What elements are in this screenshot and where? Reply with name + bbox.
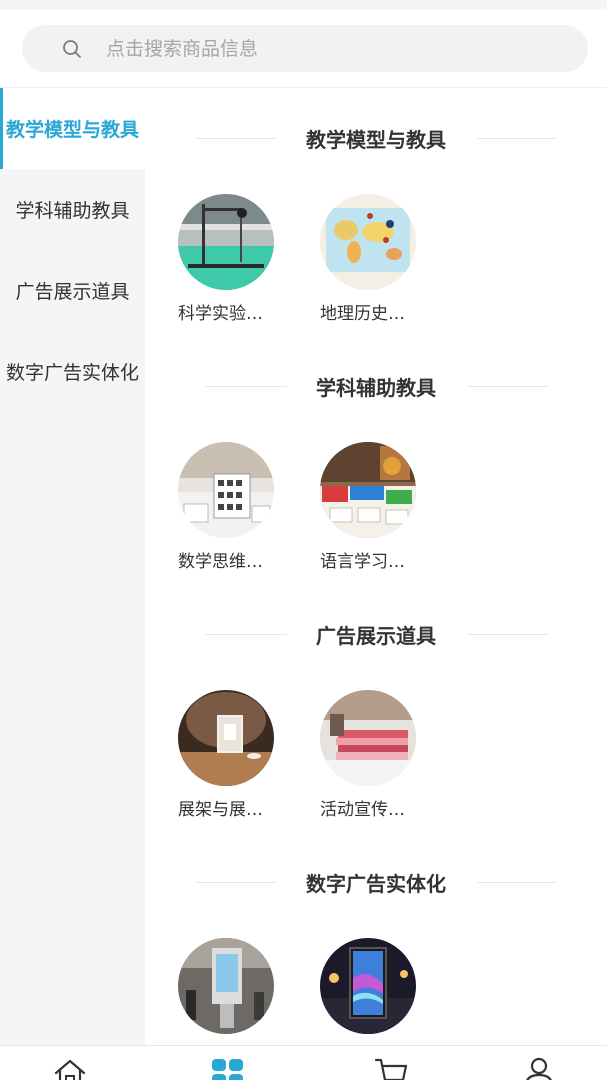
product-image-table-stand (178, 690, 274, 786)
divider (477, 138, 557, 139)
product-label: 科学实验… (178, 304, 263, 324)
home-icon (54, 1059, 86, 1080)
product-item[interactable]: 语言学习… (287, 442, 416, 572)
bottom-tab-bar (0, 1045, 607, 1080)
divider (467, 634, 549, 635)
section-header: 学科辅助教具 (145, 366, 607, 406)
product-label: 活动宣传… (320, 800, 405, 820)
section-header: 数字广告实体化 (145, 862, 607, 902)
status-strip (0, 0, 607, 10)
tab-cart[interactable] (374, 1056, 408, 1080)
sidebar-item-teaching-models[interactable]: 教学模型与教具 (0, 88, 145, 169)
product-label: 语言学习… (320, 552, 405, 572)
tab-category[interactable] (211, 1056, 245, 1080)
tab-profile[interactable] (522, 1056, 556, 1080)
section-header: 教学模型与教具 (145, 118, 607, 158)
search-bar[interactable] (22, 25, 588, 72)
product-label: 地理历史… (320, 304, 405, 324)
product-image-light-box (320, 938, 416, 1034)
product-image-science-experiment (178, 194, 274, 290)
sidebar-item-label: 学科辅助教具 (15, 200, 130, 222)
cart-icon (374, 1058, 408, 1080)
sidebar-item-subject-aids[interactable]: 学科辅助教具 (0, 169, 145, 250)
product-image-language-cards (320, 442, 416, 538)
category-section: 广告展示道具 展架与展… 活动宣传… (145, 584, 607, 832)
sidebar-item-ad-props[interactable]: 广告展示道具 (0, 250, 145, 331)
sidebar-item-label: 教学模型与教具 (5, 119, 139, 141)
sidebar-item-label: 广告展示道具 (15, 281, 130, 303)
category-sidebar: 教学模型与教具 学科辅助教具 广告展示道具 数字广告实体化 (0, 88, 145, 1045)
product-image-signage-kiosk (178, 938, 274, 1034)
search-icon (63, 40, 81, 58)
tab-home[interactable] (53, 1056, 87, 1080)
product-item[interactable]: 地理历史… (287, 194, 416, 324)
product-item[interactable]: 展架与展… (145, 690, 274, 820)
sidebar-item-label: 数字广告实体化 (5, 362, 139, 384)
product-image-world-map (320, 194, 416, 290)
search-input[interactable] (106, 25, 576, 72)
category-page: 教学模型与教具 学科辅助教具 广告展示道具 数字广告实体化 教学模型与教具 (0, 0, 607, 1080)
product-label: 数学思维… (178, 552, 263, 572)
section-header: 广告展示道具 (145, 614, 607, 654)
product-image-brochures (320, 690, 416, 786)
product-item[interactable]: 数学思维… (145, 442, 274, 572)
product-item[interactable]: 科学实验… (145, 194, 274, 324)
category-icon (212, 1059, 243, 1080)
product-label: 展架与展… (178, 800, 263, 820)
product-item[interactable] (145, 938, 274, 1043)
divider (467, 386, 549, 387)
category-section: 学科辅助教具 数学思维… 语言学习… (145, 336, 607, 584)
category-content: 教学模型与教具 科学实验… 地理历史… 学科辅助教具 数学思维… 语言学习… 广… (145, 88, 607, 1045)
search-header (0, 10, 607, 88)
user-icon (526, 1057, 552, 1080)
product-item[interactable]: 活动宣传… (287, 690, 416, 820)
product-image-number-cards (178, 442, 274, 538)
category-section: 教学模型与教具 科学实验… 地理历史… (145, 88, 607, 336)
divider (477, 882, 557, 883)
product-item[interactable] (287, 938, 416, 1043)
category-section: 数字广告实体化 (145, 832, 607, 1045)
sidebar-item-digital-ads[interactable]: 数字广告实体化 (0, 331, 145, 412)
